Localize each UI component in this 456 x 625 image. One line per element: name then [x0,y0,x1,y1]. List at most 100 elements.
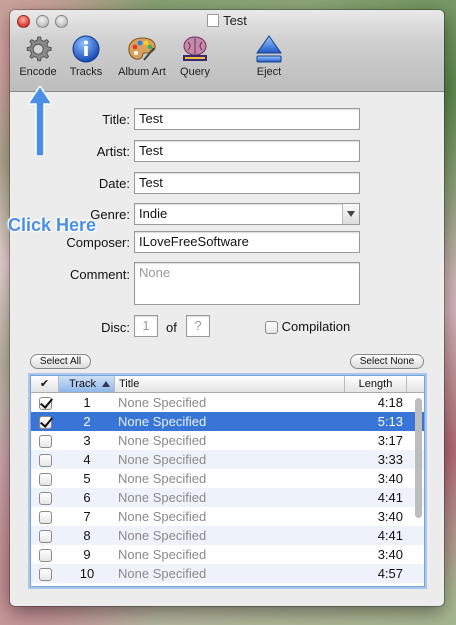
annotation-arrow-icon [28,86,52,156]
select-all-button[interactable]: Select All [30,354,91,369]
comment-field[interactable]: None [134,262,360,305]
table-row[interactable]: 6 None Specified 4:41 [31,488,424,507]
track-title-cell: None Specified [118,547,207,562]
header-length[interactable]: Length [345,376,407,392]
title-field[interactable]: Test [134,108,360,130]
track-title-cell: None Specified [118,566,207,581]
toolbar: Encode Tracks Album Art Query Eject [10,34,444,90]
gear-icon [26,36,52,62]
track-number-cell: 1 [83,395,91,410]
track-checkbox[interactable] [38,397,52,411]
track-title-cell: None Specified [118,490,207,505]
track-checkbox[interactable] [38,549,52,563]
track-length-cell: 3:40 [377,509,403,524]
composer-field[interactable]: ILoveFreeSoftware [134,231,360,253]
disc-total-field[interactable]: ? [186,315,210,337]
sort-ascending-icon [102,381,110,387]
header-track[interactable]: Track [59,376,115,392]
disc-label: Disc: [101,320,130,335]
genre-select[interactable]: Indie [134,203,360,225]
table-row[interactable]: 7 None Specified 3:40 [31,507,424,526]
table-row[interactable]: 10 None Specified 4:57 [31,564,424,583]
album-art-label: Album Art [118,66,166,78]
track-checkbox[interactable] [38,530,52,544]
row-check-cell [31,412,59,431]
composer-label: Composer: [66,235,130,250]
artist-field[interactable]: Test [134,140,360,162]
track-number-cell: 3 [83,433,91,448]
window-title: Test [10,13,444,28]
tracks-button[interactable]: Tracks [64,34,108,78]
row-check-cell [31,564,59,583]
track-checkbox[interactable] [38,473,52,487]
date-label: Date: [98,176,130,191]
title-bar: Test Encode Tracks Album Art Query Eject [10,10,444,92]
track-title-cell: None Specified [118,528,207,543]
header-check[interactable]: ✔ [31,376,59,392]
scrollbar-thumb[interactable] [415,398,422,518]
row-check-cell [31,469,59,488]
tracks-table[interactable]: ✔ Track Title Length 1 None Specified 4:18… [30,375,425,587]
track-length-cell: 3:33 [377,452,403,467]
track-title-cell: None Specified [118,452,207,467]
compilation-option[interactable]: Compilation [265,319,351,335]
table-row[interactable]: 3 None Specified 3:17 [31,431,424,450]
eject-button[interactable]: Eject [250,34,288,78]
compilation-label: Compilation [281,319,351,334]
track-number-cell: 5 [83,471,91,486]
track-checkbox[interactable] [38,435,52,449]
track-title-cell: None Specified [118,509,207,524]
comment-label: Comment: [70,267,130,282]
track-checkbox[interactable] [38,568,52,582]
document-icon [207,14,220,27]
table-row[interactable]: 2 None Specified 5:13 [31,412,424,431]
row-check-cell [31,507,59,526]
track-length-cell: 4:41 [377,528,403,543]
row-check-cell [31,488,59,507]
track-title-cell: None Specified [118,395,207,410]
track-number-cell: 4 [83,452,91,467]
track-checkbox[interactable] [38,416,52,430]
info-icon [72,35,100,63]
header-title[interactable]: Title [115,376,345,392]
track-checkbox[interactable] [38,511,52,525]
table-header: ✔ Track Title Length [31,376,424,393]
table-row[interactable]: 5 None Specified 3:40 [31,469,424,488]
date-field[interactable]: Test [134,172,360,194]
window-title-text: Test [223,13,247,28]
track-length-cell: 3:17 [377,433,403,448]
track-number-cell: 8 [83,528,91,543]
album-art-button[interactable]: Album Art [112,34,172,78]
eject-icon [256,35,282,63]
vertical-scrollbar[interactable] [414,394,423,585]
track-title-cell: None Specified [118,433,207,448]
track-number-cell: 7 [83,509,91,524]
track-number-cell: 10 [79,566,95,581]
table-row[interactable]: 8 None Specified 4:41 [31,526,424,545]
annotation-click-here: Click Here [8,215,97,235]
palette-icon [128,37,156,61]
disc-number-field[interactable]: 1 [134,315,158,337]
query-button[interactable]: Query [174,34,216,78]
chevron-down-icon[interactable] [342,204,359,224]
track-length-cell: 4:41 [377,490,403,505]
track-number-cell: 2 [83,414,91,429]
eject-label: Eject [256,66,282,78]
app-window: Test Encode Tracks Album Art Query Eject… [10,10,444,606]
track-length-cell: 3:40 [377,471,403,486]
table-row[interactable]: 4 None Specified 3:33 [31,450,424,469]
compilation-checkbox[interactable] [265,321,278,335]
table-row[interactable]: 1 None Specified 4:18 [31,393,424,412]
track-checkbox[interactable] [38,454,52,468]
track-number-cell: 9 [83,547,91,562]
track-length-cell: 3:40 [377,547,403,562]
track-title-cell: None Specified [118,471,207,486]
encode-button[interactable]: Encode [16,34,60,78]
track-checkbox[interactable] [38,492,52,506]
tracks-label: Tracks [69,66,103,78]
row-check-cell [31,393,59,412]
row-check-cell [31,526,59,545]
query-label: Query [180,66,210,78]
table-row[interactable]: 9 None Specified 3:40 [31,545,424,564]
select-none-button[interactable]: Select None [350,354,424,369]
